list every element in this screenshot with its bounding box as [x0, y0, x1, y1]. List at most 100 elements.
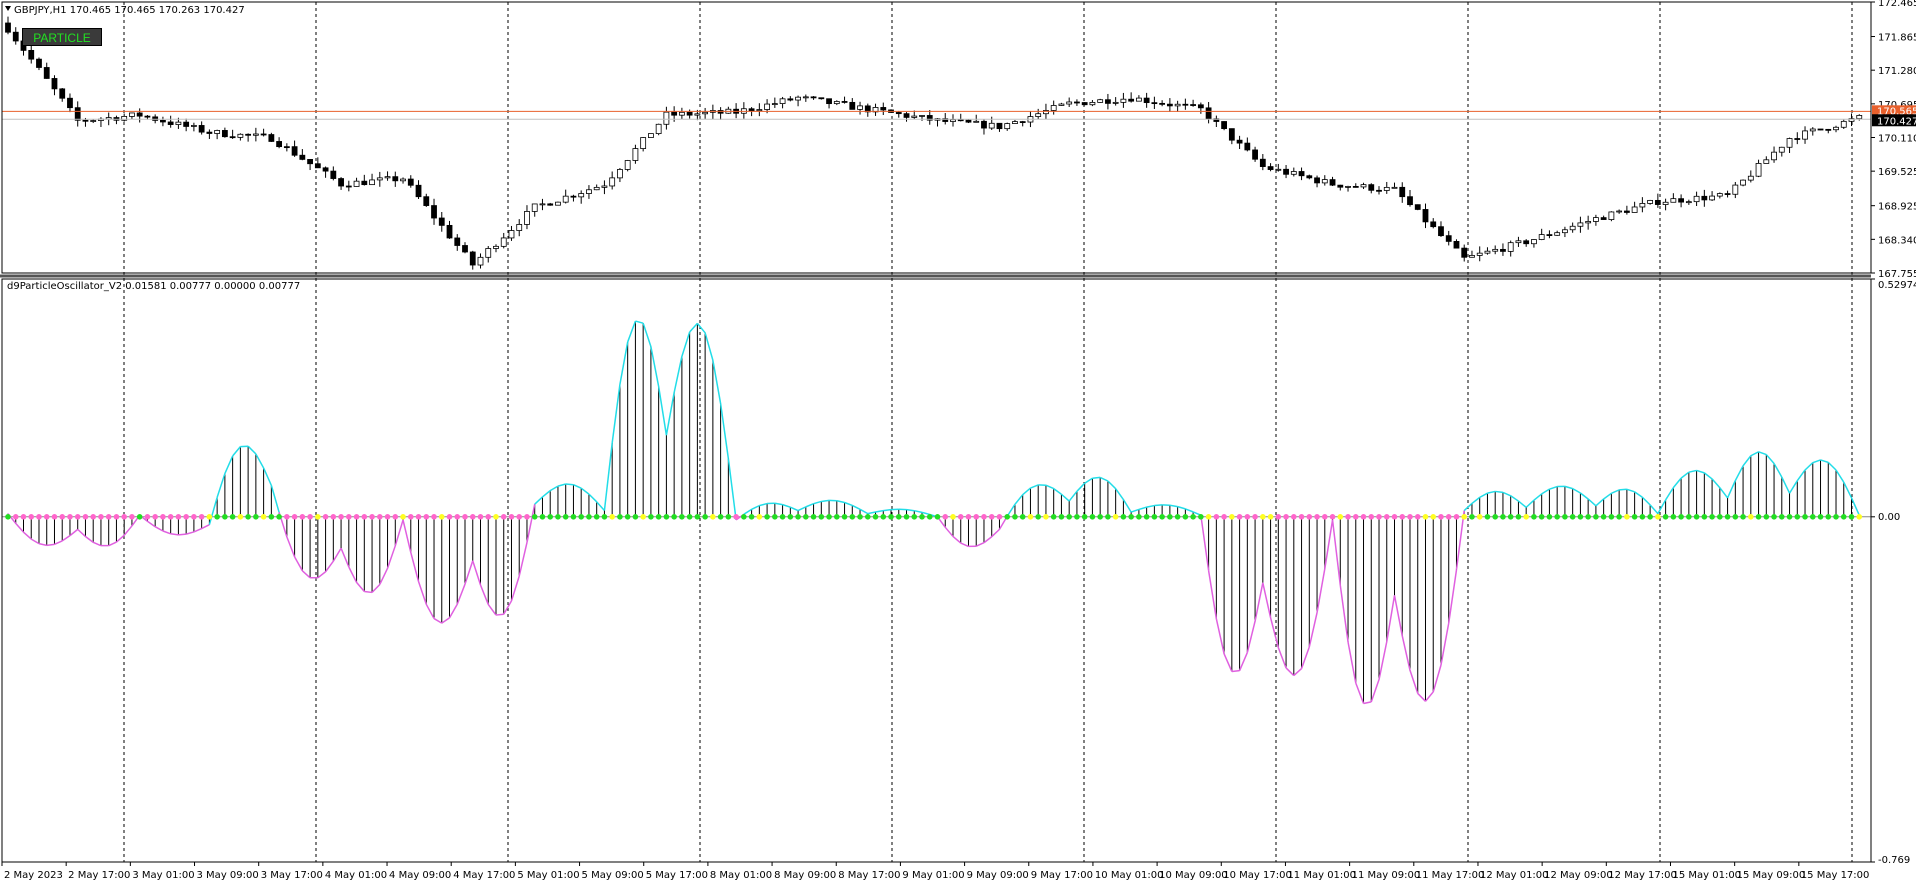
candle-body: [664, 112, 669, 124]
candle-body: [432, 206, 437, 218]
osc-signal-dot: [640, 514, 646, 520]
candle-body: [401, 179, 406, 181]
candle-body: [1260, 159, 1265, 166]
osc-signal-dot: [1345, 514, 1351, 520]
osc-signal-dot: [1105, 514, 1111, 520]
osc-line-segment: [1154, 505, 1162, 506]
time-tick-label: 11 May 17:00: [1416, 870, 1485, 881]
candle-body: [6, 23, 11, 32]
candle-body: [1423, 209, 1428, 221]
candle-body: [1307, 176, 1312, 178]
price-tick-label: 168.925: [1878, 202, 1916, 213]
osc-signal-dot: [346, 514, 352, 520]
osc-signal-dot: [780, 514, 786, 520]
osc-signal-dot: [292, 514, 298, 520]
candle-body: [238, 134, 243, 137]
osc-signal-dot: [1175, 514, 1181, 520]
osc-signal-dot: [222, 514, 228, 520]
time-tick-label: 10 May 01:00: [1095, 870, 1164, 881]
osc-signal-dot: [1028, 514, 1034, 520]
candle-body: [765, 104, 770, 109]
candle-body: [1020, 122, 1025, 123]
osc-signal-dot: [1647, 514, 1653, 520]
candle-body: [153, 117, 158, 121]
time-tick-label: 5 May 01:00: [517, 870, 579, 881]
osc-signal-dot: [1655, 514, 1661, 520]
candle-body: [1167, 104, 1172, 106]
candle-body: [672, 112, 677, 115]
osc-signal-dot: [416, 514, 422, 520]
candle-body: [261, 134, 266, 135]
candle-body: [501, 238, 506, 246]
price-tick-label: 172.465: [1878, 0, 1916, 9]
osc-line-segment: [171, 534, 179, 535]
osc-signal-dot: [1624, 514, 1630, 520]
osc-signal-dot: [540, 514, 546, 520]
candle-body: [1508, 243, 1513, 252]
candle-body: [1276, 169, 1281, 170]
osc-signal-dot: [369, 514, 375, 520]
osc-line-segment: [47, 544, 55, 545]
candle-body: [300, 155, 305, 159]
particle-button[interactable]: PARTICLE: [22, 28, 102, 46]
osc-signal-dot: [114, 514, 120, 520]
candle-body: [958, 120, 963, 121]
candle-body: [1105, 100, 1110, 104]
osc-signal-dot: [21, 514, 27, 520]
time-tick-label: 12 May 09:00: [1544, 870, 1613, 881]
osc-signal-dot: [1694, 514, 1700, 520]
osc-signal-dot: [1671, 514, 1677, 520]
price-tick-label: 169.525: [1878, 167, 1916, 178]
osc-signal-dot: [44, 514, 50, 520]
candle-body: [253, 134, 258, 135]
osc-signal-dot: [485, 514, 491, 520]
candle-body: [997, 123, 1002, 128]
candle-body: [1748, 176, 1753, 180]
osc-signal-dot: [1461, 514, 1467, 520]
osc-signal-dot: [609, 514, 615, 520]
osc-line-segment: [178, 534, 186, 535]
candle-body: [563, 196, 568, 202]
osc-signal-dot: [90, 514, 96, 520]
osc-signal-dot: [1214, 514, 1220, 520]
candle-body: [1206, 108, 1211, 119]
candle-body: [1059, 104, 1064, 105]
candle-body: [277, 141, 282, 146]
osc-signal-dot: [1059, 514, 1065, 520]
candle-body: [354, 181, 359, 186]
osc-signal-dot: [331, 514, 337, 520]
osc-signal-dot: [1020, 514, 1026, 520]
candle-body: [1516, 241, 1521, 243]
candle-body: [920, 115, 925, 116]
price-tick-label: 167.755: [1878, 269, 1916, 280]
candle-body: [1322, 180, 1327, 183]
osc-signal-dot: [1825, 514, 1831, 520]
osc-signal-dot: [880, 514, 886, 520]
candle-body: [1113, 102, 1118, 103]
candle-body: [137, 113, 142, 116]
osc-signal-dot: [431, 514, 437, 520]
candle-body: [370, 180, 375, 185]
candle-body: [416, 185, 421, 196]
osc-signal-dot: [927, 514, 933, 520]
candle-body: [1810, 129, 1815, 131]
time-tick-label: 9 May 17:00: [1031, 870, 1093, 881]
osc-signal-dot: [1717, 514, 1723, 520]
candle-body: [1555, 233, 1560, 236]
candle-body: [1229, 129, 1234, 141]
candle-body: [1834, 127, 1839, 129]
osc-signal-dot: [633, 514, 639, 520]
osc-signal-dot: [973, 514, 979, 520]
osc-signal-dot: [656, 514, 662, 520]
osc-signal-dot: [121, 514, 127, 520]
osc-signal-dot: [1508, 514, 1514, 520]
osc-signal-dot: [1268, 514, 1274, 520]
candle-body: [1253, 150, 1258, 159]
candle-body: [524, 211, 529, 224]
candle-body: [1129, 99, 1134, 101]
candle-body: [1663, 202, 1668, 204]
osc-signal-dot: [1748, 514, 1754, 520]
osc-signal-dot: [1353, 514, 1359, 520]
osc-signal-dot: [1500, 514, 1506, 520]
candle-body: [493, 246, 498, 248]
